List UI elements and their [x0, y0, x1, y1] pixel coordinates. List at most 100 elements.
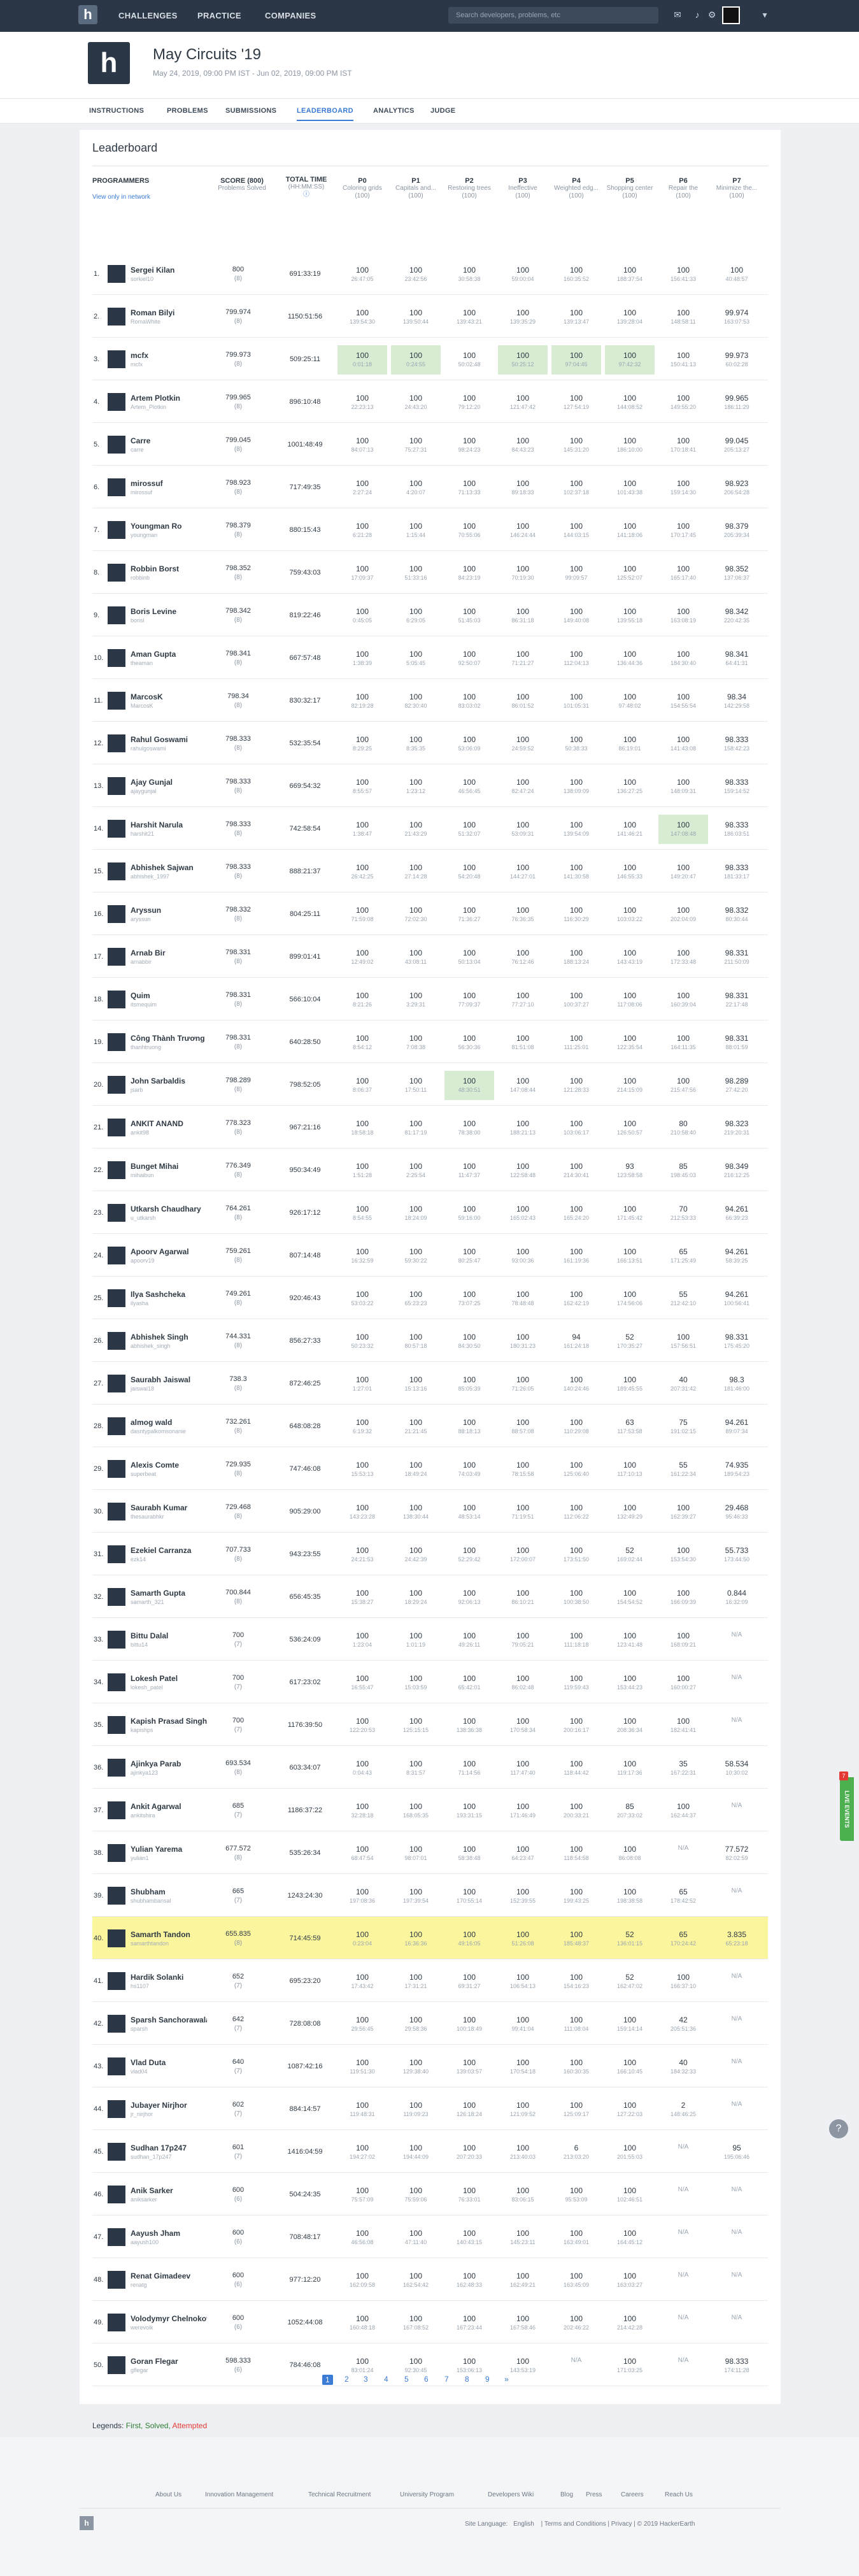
problem-cell[interactable]: N/A [658, 2308, 708, 2338]
avatar[interactable] [108, 606, 125, 624]
footer-link[interactable]: Blog [560, 2491, 573, 2498]
problem-cell[interactable]: 100 18:58:18 [337, 1113, 387, 1143]
network-link[interactable]: View only in network [92, 194, 150, 201]
problem-cell[interactable]: 85 198:45:03 [658, 1156, 708, 1185]
problem-cell[interactable]: 100 48:30:51 [444, 1071, 494, 1100]
problem-cell[interactable]: 100 214:42:28 [605, 2308, 655, 2338]
problem-cell[interactable]: 100 146:55:33 [605, 857, 655, 887]
problem-cell[interactable]: 100 11:47:37 [444, 1156, 494, 1185]
problem-cell[interactable]: 100 162:49:21 [498, 2266, 548, 2295]
problem-cell[interactable]: 100 52:29:42 [444, 1540, 494, 1570]
avatar[interactable] [108, 1247, 125, 1264]
avatar[interactable] [108, 991, 125, 1008]
problem-cell[interactable]: 100 194:27:02 [337, 2138, 387, 2167]
problem-cell[interactable]: 100 138:30:44 [391, 1498, 441, 1527]
footer-link[interactable]: Press [586, 2491, 602, 2498]
problem-cell[interactable]: 100 24:59:52 [498, 729, 548, 759]
problem-cell[interactable]: 100 116:30:29 [551, 900, 601, 929]
problem-cell[interactable]: 100 172:33:48 [658, 943, 708, 972]
problem-cell[interactable]: 100 79:12:20 [444, 388, 494, 417]
problem-cell[interactable]: 100 125:52:07 [605, 559, 655, 588]
avatar[interactable] [108, 862, 125, 880]
problem-cell[interactable]: 100 160:30:35 [551, 2052, 601, 2082]
problem-cell[interactable]: 100 79:05:21 [498, 1626, 548, 1655]
problem-cell[interactable]: 100 162:42:19 [551, 1284, 601, 1313]
problem-cell[interactable]: 100 86:10:21 [498, 1583, 548, 1612]
avatar[interactable] [108, 1673, 125, 1691]
problem-cell[interactable]: 100 163:49:01 [551, 2223, 601, 2252]
pagination-page[interactable]: 9 [485, 2375, 490, 2384]
problem-cell[interactable]: 100 166:09:39 [658, 1583, 708, 1612]
user-name[interactable]: Hardik Solanki [131, 1973, 207, 1982]
avatar[interactable] [108, 1460, 125, 1478]
pagination-page[interactable]: 8 [465, 2375, 469, 2384]
user-name[interactable]: Rahul Goswami [131, 735, 207, 744]
problem-cell[interactable]: 100 168:09:21 [658, 1626, 708, 1655]
problem-cell[interactable]: 100 164:45:12 [605, 2223, 655, 2252]
user-name[interactable]: Renat Gimadeev [131, 2272, 207, 2280]
problem-cell[interactable]: 100 93:00:36 [498, 1241, 548, 1271]
problem-cell[interactable]: 98.333 174:11:28 [712, 2351, 762, 2380]
problem-cell[interactable]: 100 8:55:57 [337, 772, 387, 801]
avatar[interactable] [108, 1929, 125, 1947]
problem-cell[interactable]: 100 159:14:14 [605, 2010, 655, 2039]
problem-cell[interactable]: N/A [658, 2223, 708, 2252]
problem-cell[interactable]: 100 77:27:10 [498, 985, 548, 1015]
problem-cell[interactable]: 100 21:43:29 [391, 815, 441, 844]
problem-cell[interactable]: 100 18:49:24 [391, 1455, 441, 1484]
user-name[interactable]: Sparsh Sanchorawala [131, 2015, 207, 2024]
problem-cell[interactable]: 58.534 10:30:02 [712, 1754, 762, 1783]
avatar[interactable] [108, 649, 125, 667]
problem-cell[interactable]: 100 153:44:23 [605, 1668, 655, 1698]
tab-problems[interactable]: PROBLEMS [167, 107, 208, 115]
problem-cell[interactable]: 100 160:39:04 [658, 985, 708, 1015]
problem-cell[interactable]: 94.261 100:56:41 [712, 1284, 762, 1313]
user-name[interactable]: Vlad Duta [131, 2058, 207, 2067]
problem-cell[interactable]: 100 138:36:38 [444, 1711, 494, 1740]
problem-cell[interactable]: 100 51:45:03 [444, 601, 494, 631]
user-name[interactable]: Ilya Sashcheka [131, 1290, 207, 1299]
problem-cell[interactable]: 100 8:21:26 [337, 985, 387, 1015]
problem-cell[interactable]: 100 12:49:02 [337, 943, 387, 972]
avatar[interactable] [108, 1076, 125, 1094]
avatar[interactable] [108, 692, 125, 710]
problem-cell[interactable]: 100 163:08:19 [658, 601, 708, 631]
avatar[interactable] [108, 1119, 125, 1136]
problem-cell[interactable]: 98.34 142:29:58 [712, 687, 762, 716]
problem-cell[interactable]: N/A [712, 2308, 762, 2338]
problem-cell[interactable]: 98.333 158:42:23 [712, 729, 762, 759]
problem-header-p0[interactable]: P0 Coloring grids (100) [337, 177, 387, 200]
pagination-page[interactable]: 1 [322, 2375, 333, 2385]
problem-cell[interactable]: 100 18:29:24 [391, 1583, 441, 1612]
avatar[interactable] [108, 2356, 125, 2374]
problem-cell[interactable]: 35 167:22:31 [658, 1754, 708, 1783]
problem-cell[interactable]: 100 92:50:07 [444, 644, 494, 673]
problem-cell[interactable]: 100 22:23:13 [337, 388, 387, 417]
problem-cell[interactable]: 100 188:21:13 [498, 1113, 548, 1143]
problem-cell[interactable]: 100 30:58:38 [444, 260, 494, 289]
problem-cell[interactable]: 100 171:45:42 [605, 1199, 655, 1228]
problem-cell[interactable]: 100 166:10:45 [605, 2052, 655, 2082]
problem-cell[interactable]: 100 170:17:45 [658, 516, 708, 545]
avatar[interactable] [108, 393, 125, 411]
problem-cell[interactable]: 100 170:54:18 [498, 2052, 548, 2082]
problem-cell[interactable]: 100 0:04:43 [337, 1754, 387, 1783]
problem-cell[interactable]: 100 103:06:17 [551, 1113, 601, 1143]
problem-cell[interactable]: 100 80:57:18 [391, 1327, 441, 1356]
user-name[interactable]: Aryssun [131, 906, 207, 915]
problem-cell[interactable]: N/A [658, 2138, 708, 2167]
problem-cell[interactable]: 100 92:06:13 [444, 1583, 494, 1612]
problem-cell[interactable]: 93 123:58:58 [605, 1156, 655, 1185]
problem-cell[interactable]: 100 76:12:46 [498, 943, 548, 972]
user-name[interactable]: Samarth Gupta [131, 1589, 207, 1598]
problem-cell[interactable]: 100 182:41:41 [658, 1711, 708, 1740]
problem-cell[interactable]: 100 49:26:11 [444, 1626, 494, 1655]
user-name[interactable]: Ajay Gunjal [131, 778, 207, 787]
problem-cell[interactable]: 100 88:18:13 [444, 1412, 494, 1442]
problem-cell[interactable]: 100 167:23:44 [444, 2308, 494, 2338]
problem-cell[interactable]: 98.352 137:06:37 [712, 559, 762, 588]
problem-cell[interactable]: 100 71:14:56 [444, 1754, 494, 1783]
problem-cell[interactable]: 100 170:18:41 [658, 431, 708, 460]
problem-cell[interactable]: 100 149:55:20 [658, 388, 708, 417]
problem-cell[interactable]: 100 73:07:25 [444, 1284, 494, 1313]
